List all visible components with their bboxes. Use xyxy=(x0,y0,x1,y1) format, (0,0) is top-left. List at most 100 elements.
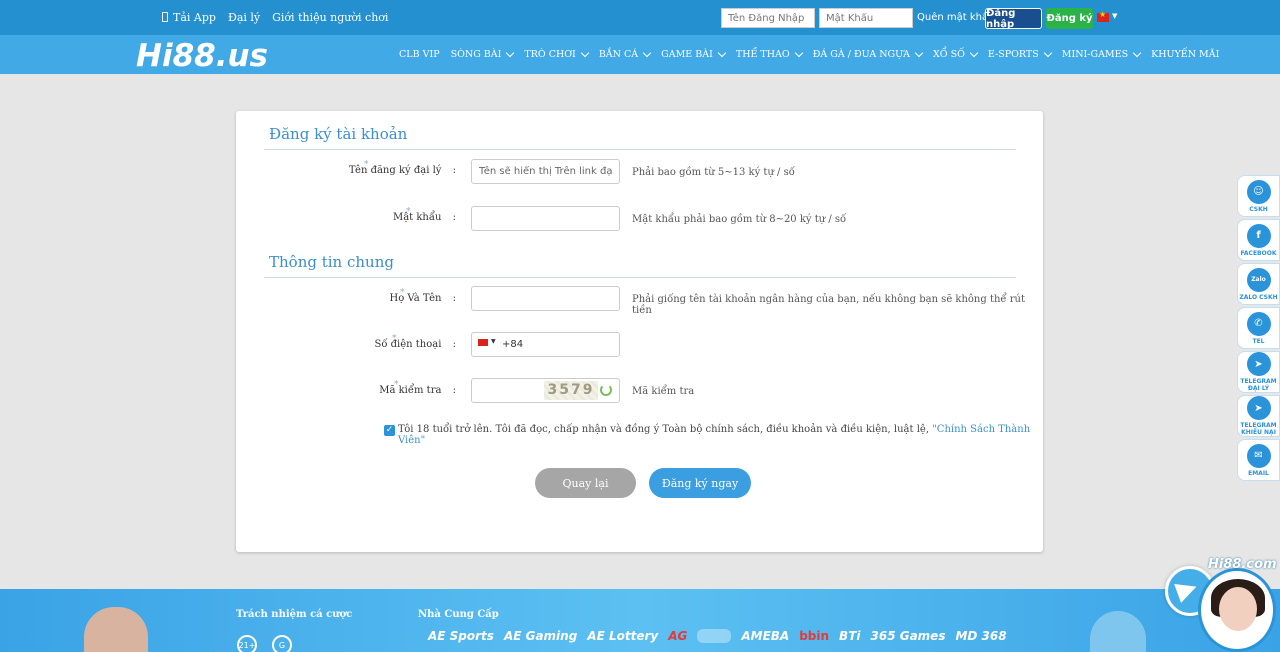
top-links: Tải App Đại lý Giới thiệu người chơi xyxy=(162,11,388,24)
section-title-account: Đăng ký tài khoản xyxy=(269,125,408,143)
register-now-button[interactable]: Đăng ký ngay xyxy=(649,468,751,498)
provider-logo[interactable] xyxy=(697,629,732,643)
support-agent-icon: ☺ xyxy=(1246,179,1271,204)
nav-item-label: TRÒ CHƠI xyxy=(524,49,576,60)
vietnam-flag-icon[interactable] xyxy=(478,339,488,346)
label-colon: : xyxy=(452,385,456,396)
register-password-input[interactable] xyxy=(471,206,620,231)
facebook-icon: f xyxy=(1246,223,1271,248)
sidebar-item[interactable]: f FACEBOOK xyxy=(1237,219,1280,261)
chevron-down-icon xyxy=(717,48,727,57)
divider xyxy=(264,149,1016,150)
nav-item[interactable]: KHUYẾN MÃI xyxy=(1151,49,1219,60)
captcha-label-text: Mã kiểm tra xyxy=(379,385,442,396)
nav-item[interactable]: THỂ THAO xyxy=(735,48,803,60)
username-input[interactable] xyxy=(721,8,815,28)
nav-item[interactable]: TRÒ CHƠI xyxy=(524,48,590,60)
sidebar-item[interactable]: Zalo ZALO CSKH xyxy=(1237,263,1280,305)
sidebar-item-label: FACEBOOK xyxy=(1240,249,1277,257)
agree-text-body: Tôi 18 tuổi trở lên. Tôi đã đọc, chấp nh… xyxy=(398,424,930,435)
zalo-icon: Zalo xyxy=(1246,267,1271,292)
provider-logo[interactable]: MD 368 xyxy=(955,629,1006,643)
label-colon: : xyxy=(452,212,456,223)
agree-checkbox[interactable]: ✓ xyxy=(384,425,395,436)
provider-logo[interactable]: bbin xyxy=(799,629,829,643)
top-bar: Tải App Đại lý Giới thiệu người chơi Quê… xyxy=(0,0,1280,35)
agent-name-input[interactable] xyxy=(471,159,620,184)
provider-logo[interactable]: AG xyxy=(668,629,687,643)
telegram-icon: ➤ xyxy=(1246,352,1271,376)
provider-logo[interactable]: AE Sports xyxy=(428,629,494,643)
sidebar-item[interactable]: ✆ TEL xyxy=(1237,307,1280,349)
captcha-hint: Mã kiểm tra xyxy=(632,386,695,397)
sidebar-item[interactable]: ✉ EMAIL xyxy=(1237,439,1280,481)
register-button[interactable]: Đăng ký xyxy=(1046,8,1093,29)
sidebar-item-label: ZALO CSKH xyxy=(1239,293,1278,301)
sidebar-item-label: TELEGRAM KHIẾU NẠI xyxy=(1240,422,1277,436)
chevron-down-icon xyxy=(969,48,979,57)
email-icon: ✉ xyxy=(1246,443,1271,468)
sidebar-item[interactable]: ➤ TELEGRAM KHIẾU NẠI xyxy=(1237,395,1280,437)
contact-sidebar: ☺ CSKH f FACEBOOK Zalo ZALO CSKH ✆ TEL ➤ TELEGRAM… xyxy=(1237,175,1280,483)
provider-logo[interactable]: 365 Games xyxy=(871,629,946,643)
fullname-hint: Phải giống tên tài khoản ngân hàng của b… xyxy=(632,294,1025,316)
fullname-label: * Họ Và Tên : xyxy=(236,288,456,304)
password-label: * Mật khẩu : xyxy=(236,207,456,223)
nav-item[interactable]: XỔ SỐ xyxy=(933,48,979,60)
required-mark: * xyxy=(400,288,405,298)
fullname-input[interactable] xyxy=(471,286,620,311)
login-button[interactable]: Đăng nhập xyxy=(985,8,1042,30)
download-app-link[interactable]: Tải App xyxy=(162,11,216,24)
chevron-down-icon xyxy=(580,48,590,57)
referral-link[interactable]: Giới thiệu người chơi xyxy=(272,11,388,24)
provider-logo[interactable]: AE Gaming xyxy=(504,629,577,643)
required-mark: * xyxy=(392,334,397,344)
captcha-label: * Mã kiểm tra : xyxy=(236,380,456,396)
nav-item[interactable]: E-SPORTS xyxy=(988,48,1052,60)
nav-item[interactable]: GAME BÀI xyxy=(661,48,727,60)
nav-item[interactable]: ĐÁ GÀ / ĐUA NGỰA xyxy=(812,48,924,60)
phone-input[interactable]: ▼ +84 xyxy=(471,332,620,357)
nav-item[interactable]: SÒNG BÀI xyxy=(450,48,515,60)
sidebar-item-label: CSKH xyxy=(1249,205,1268,213)
sidebar-item[interactable]: ☺ CSKH xyxy=(1237,175,1280,217)
gamcare-icon: G xyxy=(272,635,292,652)
vietnam-flag-icon[interactable] xyxy=(1097,10,1109,22)
download-app-label: Tải App xyxy=(173,11,216,24)
refresh-icon[interactable] xyxy=(600,384,612,396)
nav-item-label: GAME BÀI xyxy=(661,49,713,60)
nav-item[interactable]: MINI-GAMES xyxy=(1062,48,1142,60)
mobile-phone-icon xyxy=(162,12,168,22)
language-caret-icon[interactable]: ▼ xyxy=(1112,12,1117,20)
provider-logo[interactable]: BTi xyxy=(839,629,860,643)
provider-logo[interactable]: AE Lottery xyxy=(587,629,658,643)
sidebar-item-label: EMAIL xyxy=(1248,469,1269,477)
footer-ambassador-image xyxy=(84,607,148,652)
agent-link[interactable]: Đại lý xyxy=(228,11,260,24)
chevron-down-icon xyxy=(1043,48,1052,57)
main-nav: CLB VIP SÒNG BÀI TRÒ CHƠI BẮN CÁ GAME BÀI THỂ… xyxy=(399,48,1230,60)
responsibility-title: Trách nhiệm cá cược xyxy=(236,609,353,620)
nav-item-label: BẮN CÁ xyxy=(598,49,639,60)
provider-logo[interactable]: AMEBA xyxy=(741,629,789,643)
nav-item-label: SÒNG BÀI xyxy=(450,49,502,60)
sidebar-item-label: TEL xyxy=(1252,337,1265,345)
site-logo[interactable]: Hi88.us xyxy=(136,38,268,74)
sidebar-item[interactable]: ➤ TELEGRAM ĐẠI LÝ xyxy=(1237,351,1280,393)
support-agent-avatar[interactable] xyxy=(1198,568,1276,652)
agent-name-hint: Phải bao gồm từ 5~13 ký tự / số xyxy=(632,167,795,178)
back-button[interactable]: Quay lại xyxy=(535,468,636,498)
nav-item-label: ĐÁ GÀ / ĐUA NGỰA xyxy=(812,49,910,60)
nav-item[interactable]: CLB VIP xyxy=(399,49,440,60)
chevron-down-icon xyxy=(506,48,515,57)
password-label-text: Mật khẩu xyxy=(392,212,442,223)
nav-item-label: THỂ THAO xyxy=(735,49,790,60)
country-caret-icon[interactable]: ▼ xyxy=(491,338,496,345)
chevron-down-icon xyxy=(642,48,652,57)
providers-title: Nhà Cung Cấp xyxy=(418,609,499,620)
captcha-input[interactable]: 3579 xyxy=(471,378,620,403)
password-input[interactable] xyxy=(819,8,913,28)
main-navbar: Hi88.us CLB VIP SÒNG BÀI TRÒ CHƠI BẮN CÁ GAM… xyxy=(0,35,1280,74)
registration-card: Đăng ký tài khoản * Tên đăng ký đại lý :… xyxy=(236,111,1043,552)
nav-item[interactable]: BẮN CÁ xyxy=(598,48,652,60)
